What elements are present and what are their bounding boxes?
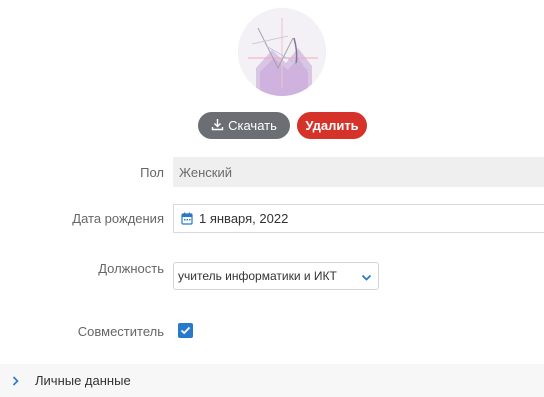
download-button[interactable]: Скачать xyxy=(198,112,290,139)
calendar-icon xyxy=(181,212,193,225)
birth-date-label: Дата рождения xyxy=(72,211,164,226)
gender-value: Женский xyxy=(179,164,232,180)
birth-date-value: 1 января, 2022 xyxy=(199,211,289,226)
profile-form: Скачать Удалить Пол Женский Дата рождени… xyxy=(0,0,544,397)
position-value: учитель информатики и ИКТ xyxy=(178,269,337,283)
part-time-label: Совместитель xyxy=(77,324,164,339)
avatar xyxy=(238,8,326,96)
birth-date-field[interactable]: 1 января, 2022 xyxy=(173,204,544,233)
delete-button[interactable]: Удалить xyxy=(297,112,367,139)
gender-label: Пол xyxy=(140,165,164,180)
personal-data-section-label: Личные данные xyxy=(35,373,131,388)
checkmark-icon xyxy=(180,326,191,335)
position-label: Должность xyxy=(98,261,164,276)
chevron-right-icon xyxy=(12,375,19,386)
personal-data-section[interactable]: Личные данные xyxy=(0,364,544,397)
delete-button-label: Удалить xyxy=(305,118,359,133)
avatar-image xyxy=(238,8,326,96)
gender-field: Женский xyxy=(173,157,544,187)
download-icon xyxy=(211,118,224,134)
position-select[interactable]: учитель информатики и ИКТ xyxy=(173,262,379,290)
part-time-checkbox[interactable] xyxy=(178,323,193,338)
download-button-label: Скачать xyxy=(228,118,277,133)
chevron-down-icon xyxy=(361,271,372,285)
